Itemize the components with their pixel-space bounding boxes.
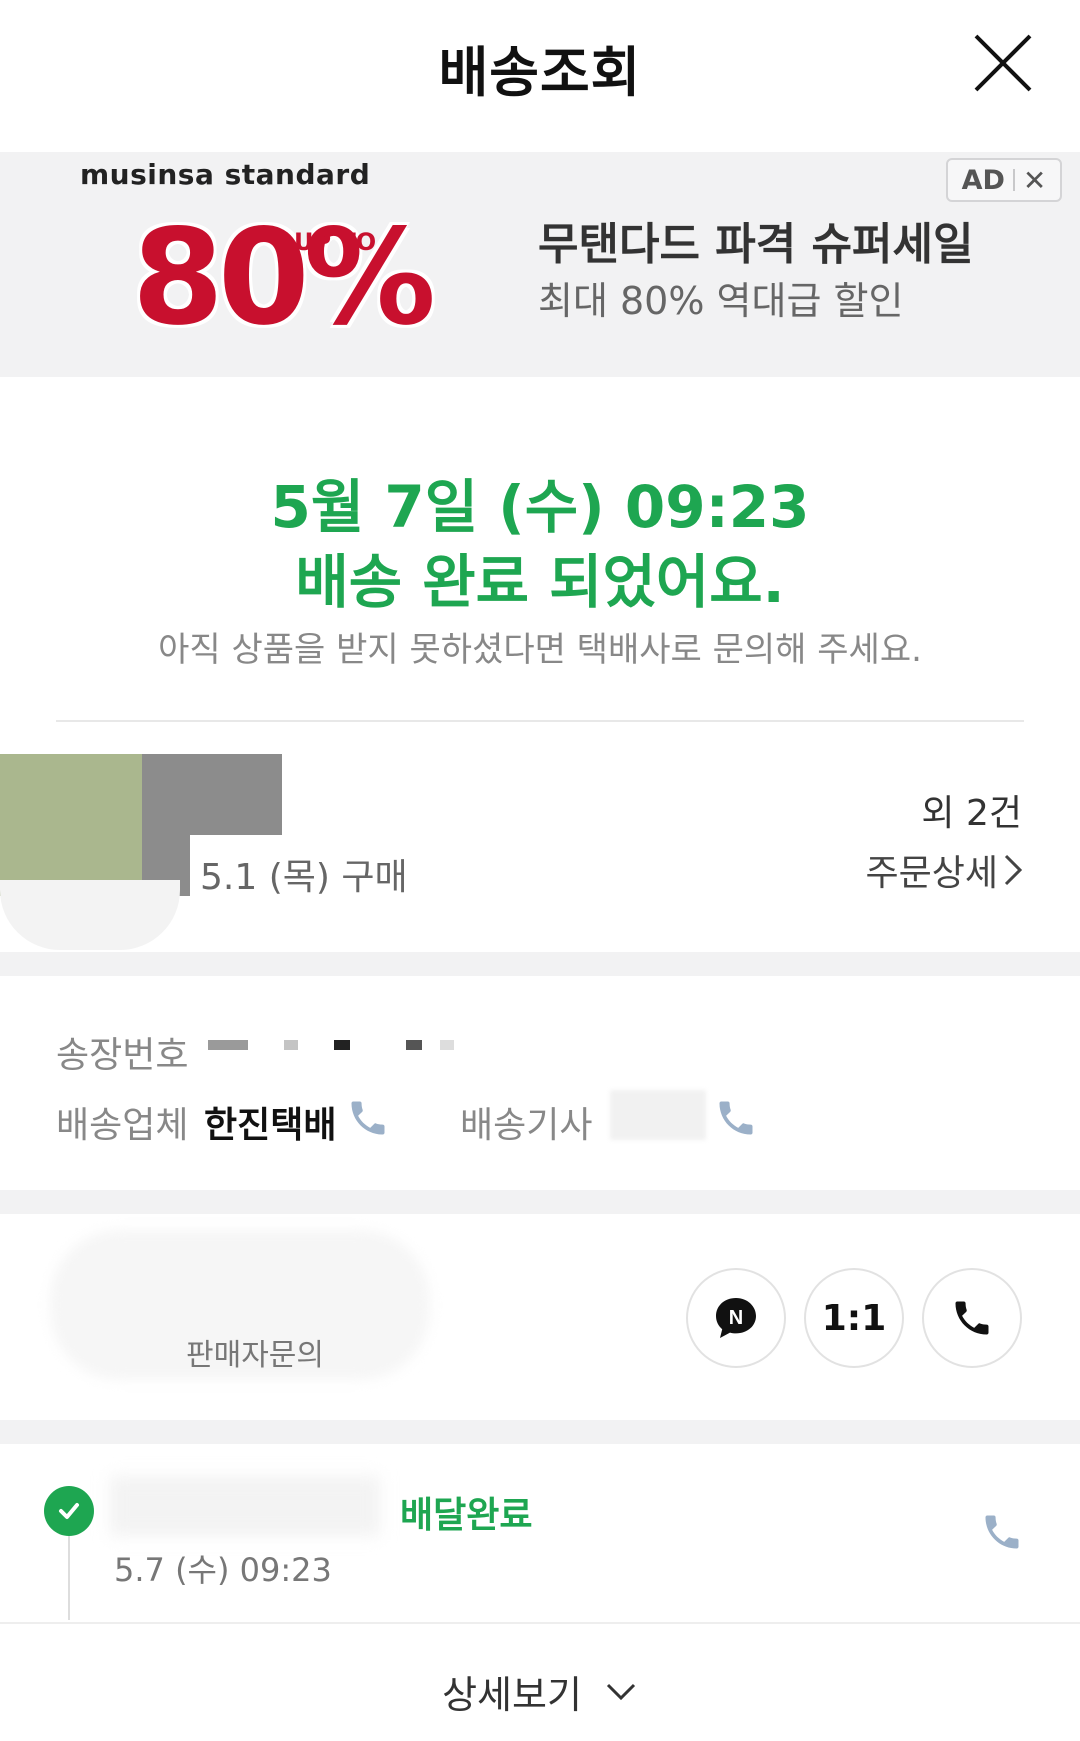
driver-name-redacted bbox=[610, 1090, 706, 1140]
section-separator bbox=[0, 1420, 1080, 1444]
ad-close-icon[interactable]: ✕ bbox=[1023, 164, 1046, 197]
header: 배송조회 bbox=[0, 0, 1080, 152]
order-detail-link[interactable]: 주문상세 bbox=[866, 844, 1024, 896]
phone-icon bbox=[955, 1301, 989, 1335]
naver-talk-icon: N bbox=[716, 1298, 756, 1338]
purchase-date: 5.1 (목) 구매 bbox=[200, 857, 408, 898]
close-button[interactable] bbox=[970, 30, 1036, 96]
courier-location-redacted bbox=[110, 1476, 380, 1536]
view-details-button[interactable]: 상세보기 bbox=[0, 1664, 1080, 1719]
delivery-message: 배송 완료 되었어요. bbox=[295, 548, 785, 616]
svg-text:N: N bbox=[729, 1307, 743, 1329]
ad-discount-figure: 80% bbox=[132, 201, 436, 355]
carrier-label: 배송업체 bbox=[56, 1105, 189, 1146]
ad-up-to: UP TO bbox=[294, 228, 377, 256]
ad-label: AD bbox=[961, 164, 1005, 196]
section-separator bbox=[0, 952, 1080, 976]
chevron-down-icon bbox=[606, 1683, 635, 1700]
close-icon bbox=[974, 34, 1032, 92]
product-thumbnail-blurred bbox=[0, 880, 180, 950]
ad-subtitle: 최대 80% 역대급 할인 bbox=[538, 279, 904, 323]
section-separator bbox=[0, 1190, 1080, 1214]
call-carrier-phone-icon[interactable] bbox=[346, 1096, 390, 1140]
call-courier-phone-icon[interactable] bbox=[980, 1510, 1024, 1554]
driver-label: 배송기사 bbox=[460, 1105, 593, 1146]
ad-badge[interactable]: AD ✕ bbox=[946, 158, 1062, 202]
divider bbox=[0, 1622, 1080, 1624]
one-to-one-label: 1:1 bbox=[821, 1297, 887, 1339]
delivery-date: 5월 7일 (수) 09:23 bbox=[270, 473, 810, 541]
ad-badge-divider bbox=[1012, 169, 1015, 191]
carrier-name: 한진택배 bbox=[204, 1105, 337, 1146]
one-to-one-button[interactable]: 1:1 bbox=[804, 1268, 904, 1368]
step-complete-check-icon bbox=[44, 1486, 94, 1536]
divider bbox=[56, 720, 1024, 722]
delivery-note: 아직 상품을 받지 못하셨다면 택배사로 문의해 주세요. bbox=[158, 630, 922, 670]
naver-talk-button[interactable]: N bbox=[686, 1268, 786, 1368]
additional-items-count: 외 2건 bbox=[921, 793, 1022, 834]
call-seller-button[interactable] bbox=[922, 1268, 1022, 1368]
call-driver-phone-icon[interactable] bbox=[714, 1096, 758, 1140]
page-title: 배송조회 bbox=[438, 41, 642, 104]
view-details-label: 상세보기 bbox=[442, 1673, 582, 1717]
chevron-right-icon bbox=[1004, 854, 1023, 886]
product-thumbnail[interactable] bbox=[0, 754, 142, 896]
timeline-line bbox=[68, 1536, 70, 1620]
ad-brand: musinsa standard bbox=[80, 158, 371, 191]
invoice-label: 송장번호 bbox=[56, 1035, 189, 1076]
tracking-step-time: 5.7 (수) 09:23 bbox=[114, 1551, 332, 1589]
ad-title: 무탠다드 파격 슈퍼세일 bbox=[538, 219, 974, 270]
order-detail-label: 주문상세 bbox=[865, 853, 998, 894]
seller-inquiry-label: 판매자문의 bbox=[186, 1338, 324, 1373]
tracking-step-status: 배달완료 bbox=[400, 1495, 533, 1536]
